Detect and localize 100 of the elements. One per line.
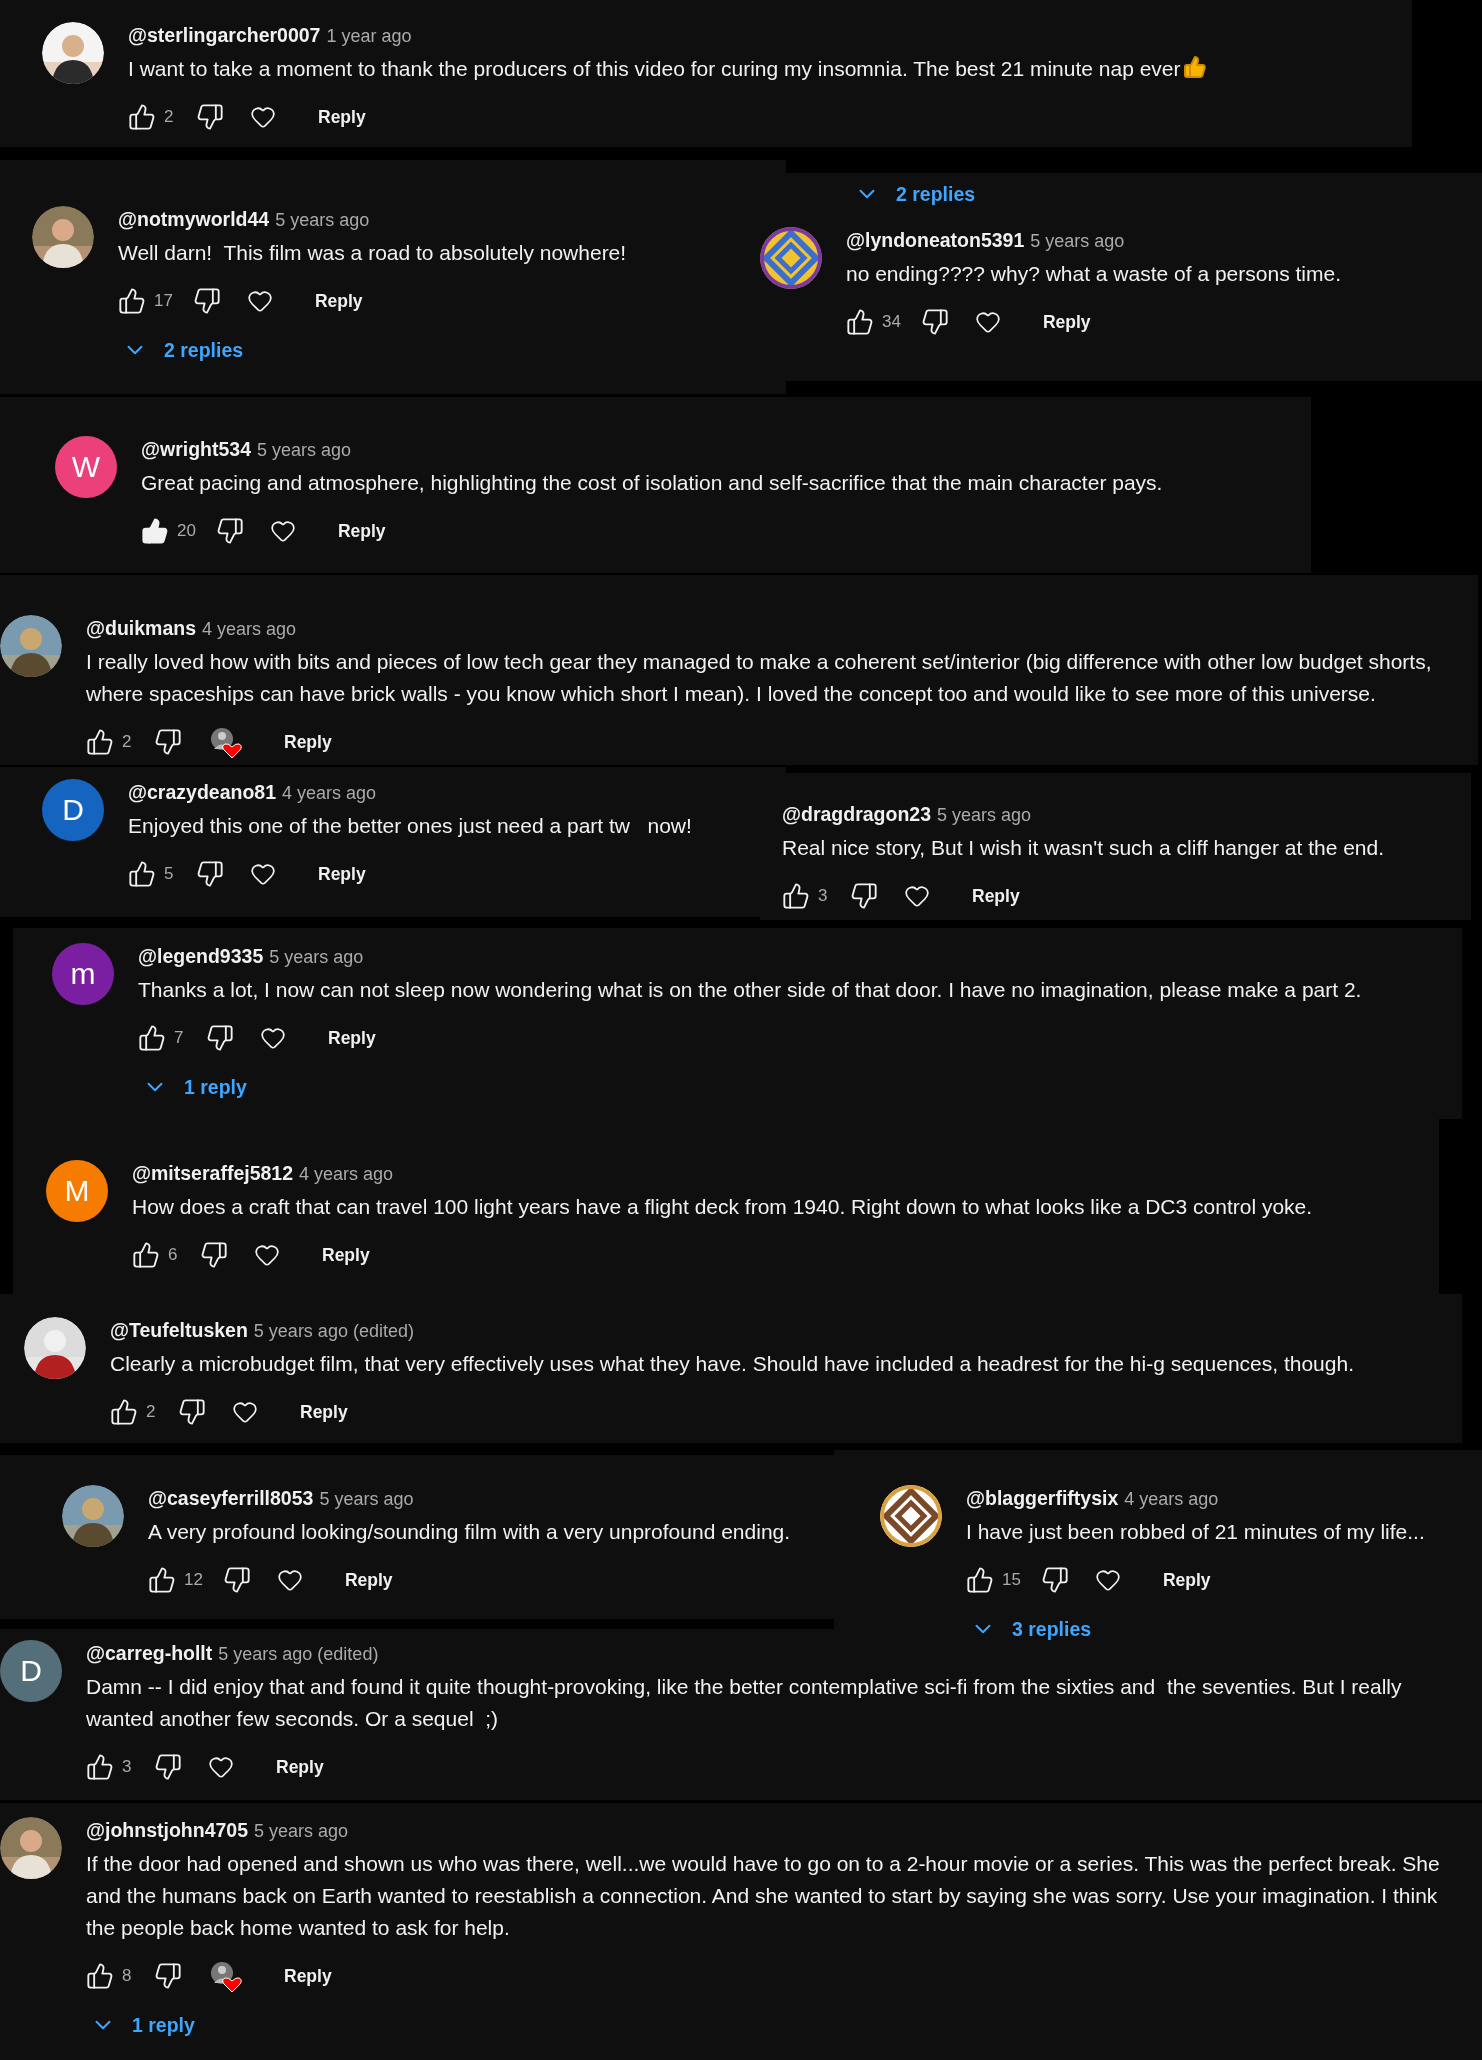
replies-toggle[interactable]: 1 reply <box>82 2006 203 2044</box>
reply-button[interactable]: Reply <box>306 98 378 136</box>
replies-toggle[interactable]: 2 replies <box>846 175 984 213</box>
heart-button[interactable] <box>250 861 276 887</box>
avatar[interactable]: m <box>52 943 114 1005</box>
comment-time[interactable]: 4 years ago <box>282 780 377 806</box>
avatar[interactable]: D <box>0 1640 62 1702</box>
dislike-button[interactable] <box>1040 1566 1069 1594</box>
like-button[interactable] <box>132 1241 160 1269</box>
comment-time[interactable]: 5 years ago <box>1030 228 1125 254</box>
dislike-button[interactable] <box>154 1753 182 1781</box>
reply-button[interactable]: Reply <box>960 877 1032 915</box>
dislike-button[interactable] <box>178 1398 206 1426</box>
replies-toggle[interactable]: 2 replies <box>114 331 252 369</box>
reply-button[interactable]: Reply <box>310 1236 382 1274</box>
reply-button[interactable]: Reply <box>272 723 344 761</box>
reply-button[interactable]: Reply <box>264 1748 336 1786</box>
author-name[interactable]: @blaggerfiftysix <box>966 1485 1119 1511</box>
author-name[interactable]: @caseyferrill8053 <box>148 1485 314 1511</box>
author-name[interactable]: @dragdragon23 <box>782 801 932 827</box>
author-name[interactable]: @Teufeltusken <box>110 1317 248 1343</box>
like-button[interactable] <box>141 517 169 545</box>
heart-button[interactable] <box>254 1242 280 1268</box>
reply-button[interactable]: Reply <box>316 1019 388 1057</box>
author-name[interactable]: @mitseraffej5812 <box>132 1160 294 1186</box>
comment-text: no ending???? why? what a waste of a persons time. <box>846 261 1342 287</box>
creator-heart-icon[interactable] <box>208 1959 242 1993</box>
heart-button[interactable] <box>250 104 276 130</box>
heart-button[interactable] <box>232 1399 258 1425</box>
heart-button[interactable] <box>276 1567 303 1593</box>
dislike-button[interactable] <box>192 287 221 315</box>
heart-button[interactable] <box>904 883 930 909</box>
like-count: 3 <box>818 886 829 906</box>
comment-time[interactable]: 1 year ago <box>326 23 412 49</box>
like-button[interactable] <box>86 1753 114 1781</box>
like-count: 15 <box>1002 1570 1021 1590</box>
like-button[interactable] <box>128 860 156 888</box>
like-button[interactable] <box>966 1566 994 1594</box>
like-button[interactable] <box>110 1398 138 1426</box>
author-name[interactable]: @wright534 <box>141 436 252 462</box>
like-button[interactable] <box>148 1566 176 1594</box>
reply-button[interactable]: Reply <box>1150 1561 1223 1599</box>
like-button[interactable] <box>118 287 146 315</box>
like-count: 3 <box>122 1757 133 1777</box>
avatar[interactable]: D <box>42 779 104 841</box>
author-name[interactable]: @duikmans <box>86 615 197 641</box>
reply-button[interactable]: Reply <box>1030 303 1103 341</box>
comment-time[interactable]: 4 years ago <box>299 1161 394 1187</box>
heart-button[interactable] <box>260 1025 286 1051</box>
author-name[interactable]: @crazydeano81 <box>128 779 276 805</box>
dislike-button[interactable] <box>920 308 949 336</box>
dislike-button[interactable] <box>154 1962 182 1990</box>
like-count: 2 <box>122 732 133 752</box>
like-button[interactable] <box>138 1024 166 1052</box>
author-name[interactable]: @johnstjohn4705 <box>86 1817 249 1843</box>
avatar[interactable]: W <box>55 436 117 498</box>
comment-time[interactable]: 5 years ago <box>275 207 370 233</box>
reply-button[interactable]: Reply <box>272 1957 344 1995</box>
reply-button[interactable]: Reply <box>288 1393 360 1431</box>
dislike-button[interactable] <box>200 1241 228 1269</box>
like-count: 34 <box>882 312 901 332</box>
dislike-button[interactable] <box>222 1566 251 1594</box>
comment-time[interactable]: 5 years ago <box>257 437 352 463</box>
like-button[interactable] <box>782 882 810 910</box>
comment-time[interactable]: 5 years ago <box>254 1818 349 1844</box>
dislike-button[interactable] <box>215 517 244 545</box>
heart-button[interactable] <box>974 309 1001 335</box>
comment-time[interactable]: 4 years ago <box>202 616 297 642</box>
replies-toggle[interactable]: 3 replies <box>962 1610 1100 1648</box>
comment-time[interactable]: 5 years ago <box>937 802 1032 828</box>
dislike-button[interactable] <box>154 728 182 756</box>
like-button[interactable] <box>86 1962 114 1990</box>
heart-button[interactable] <box>1094 1567 1121 1593</box>
reply-button[interactable]: Reply <box>325 512 398 550</box>
heart-button[interactable] <box>246 288 273 314</box>
replies-toggle[interactable]: 1 reply <box>134 1068 255 1106</box>
reply-button[interactable]: Reply <box>302 282 375 320</box>
comment-time[interactable]: 5 years ago (edited) <box>253 1318 414 1344</box>
author-name[interactable]: @notmyworld44 <box>118 206 270 232</box>
comment-time[interactable]: 4 years ago <box>1124 1486 1219 1512</box>
author-name[interactable]: @carreg-hollt <box>86 1640 213 1666</box>
comment-time[interactable]: 5 years ago <box>269 944 364 970</box>
like-button[interactable] <box>846 308 874 336</box>
comment-text: How does a craft that can travel 100 light years have a flight deck from 1940. Right down to what looks like a DC3 control yoke. <box>132 1194 1314 1220</box>
dislike-button[interactable] <box>196 103 224 131</box>
creator-heart-icon[interactable] <box>208 725 242 759</box>
comment-time[interactable]: 5 years ago <box>319 1486 414 1512</box>
reply-button[interactable]: Reply <box>332 1561 405 1599</box>
author-name[interactable]: @lyndoneaton5391 <box>846 227 1025 253</box>
heart-button[interactable] <box>269 518 296 544</box>
author-name[interactable]: @sterlingarcher0007 <box>128 22 321 48</box>
dislike-button[interactable] <box>850 882 878 910</box>
dislike-button[interactable] <box>196 860 224 888</box>
reply-button[interactable]: Reply <box>306 855 378 893</box>
like-button[interactable] <box>128 103 156 131</box>
heart-button[interactable] <box>208 1754 234 1780</box>
comment-time[interactable]: 5 years ago (edited) <box>218 1641 379 1667</box>
dislike-button[interactable] <box>206 1024 234 1052</box>
author-name[interactable]: @legend9335 <box>138 943 264 969</box>
like-button[interactable] <box>86 728 114 756</box>
